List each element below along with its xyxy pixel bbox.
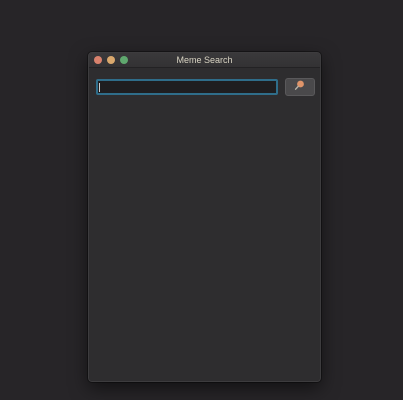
desktop-background: Meme Search [0, 0, 403, 400]
text-caret [99, 83, 100, 92]
search-button[interactable] [285, 78, 315, 96]
meme-search-window: Meme Search [88, 52, 321, 382]
magnifier-icon [294, 78, 306, 96]
title-bar[interactable]: Meme Search [89, 53, 320, 68]
search-input[interactable] [96, 79, 278, 95]
search-toolbar [89, 68, 320, 98]
results-area [89, 98, 320, 381]
window-title: Meme Search [176, 55, 233, 65]
